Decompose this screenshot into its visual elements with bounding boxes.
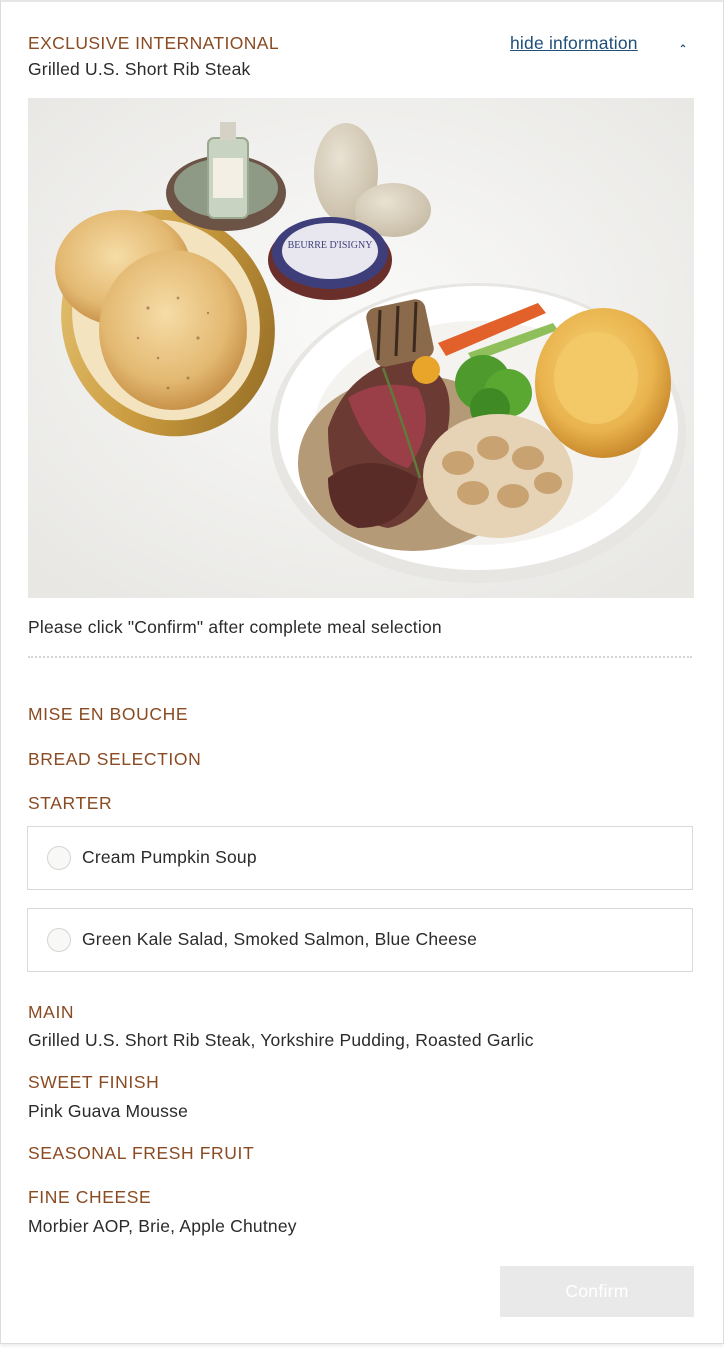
section-seasonal-fruit: SEASONAL FRESH FRUIT (28, 1143, 255, 1163)
meal-photo: BEURRE D'ISIGNY (28, 98, 694, 598)
sweet-finish-description: Pink Guava Mousse (28, 1101, 189, 1121)
confirm-button[interactable]: Confirm (500, 1266, 694, 1317)
main-description: Grilled U.S. Short Rib Steak, Yorkshire … (28, 1030, 534, 1050)
meal-card: EXCLUSIVE INTERNATIONAL Grilled U.S. Sho… (0, 0, 724, 1344)
meal-category-title: EXCLUSIVE INTERNATIONAL (28, 33, 280, 53)
section-sweet-finish: SWEET FINISH (28, 1072, 160, 1092)
meal-dish-name: Grilled U.S. Short Rib Steak (28, 59, 251, 79)
section-fine-cheese: FINE CHEESE (28, 1187, 152, 1207)
starter-option-label: Cream Pumpkin Soup (82, 847, 257, 867)
chevron-up-icon[interactable] (678, 38, 688, 48)
radio-button[interactable] (47, 928, 71, 952)
radio-button[interactable] (47, 846, 71, 870)
section-mise-en-bouche: MISE EN BOUCHE (28, 704, 189, 724)
starter-option-label: Green Kale Salad, Smoked Salmon, Blue Ch… (82, 929, 477, 949)
starter-option[interactable]: Cream Pumpkin Soup (27, 826, 693, 890)
fine-cheese-description: Morbier AOP, Brie, Apple Chutney (28, 1216, 297, 1236)
section-main: MAIN (28, 1002, 75, 1022)
section-starter: STARTER (28, 793, 113, 813)
butter-jar-label: BEURRE D'ISIGNY (288, 240, 373, 251)
confirm-instruction: Please click "Confirm" after complete me… (28, 617, 442, 637)
divider (28, 656, 692, 658)
hide-information-link[interactable]: hide information (510, 33, 638, 54)
section-bread-selection: BREAD SELECTION (28, 749, 202, 769)
starter-option[interactable]: Green Kale Salad, Smoked Salmon, Blue Ch… (27, 908, 693, 972)
